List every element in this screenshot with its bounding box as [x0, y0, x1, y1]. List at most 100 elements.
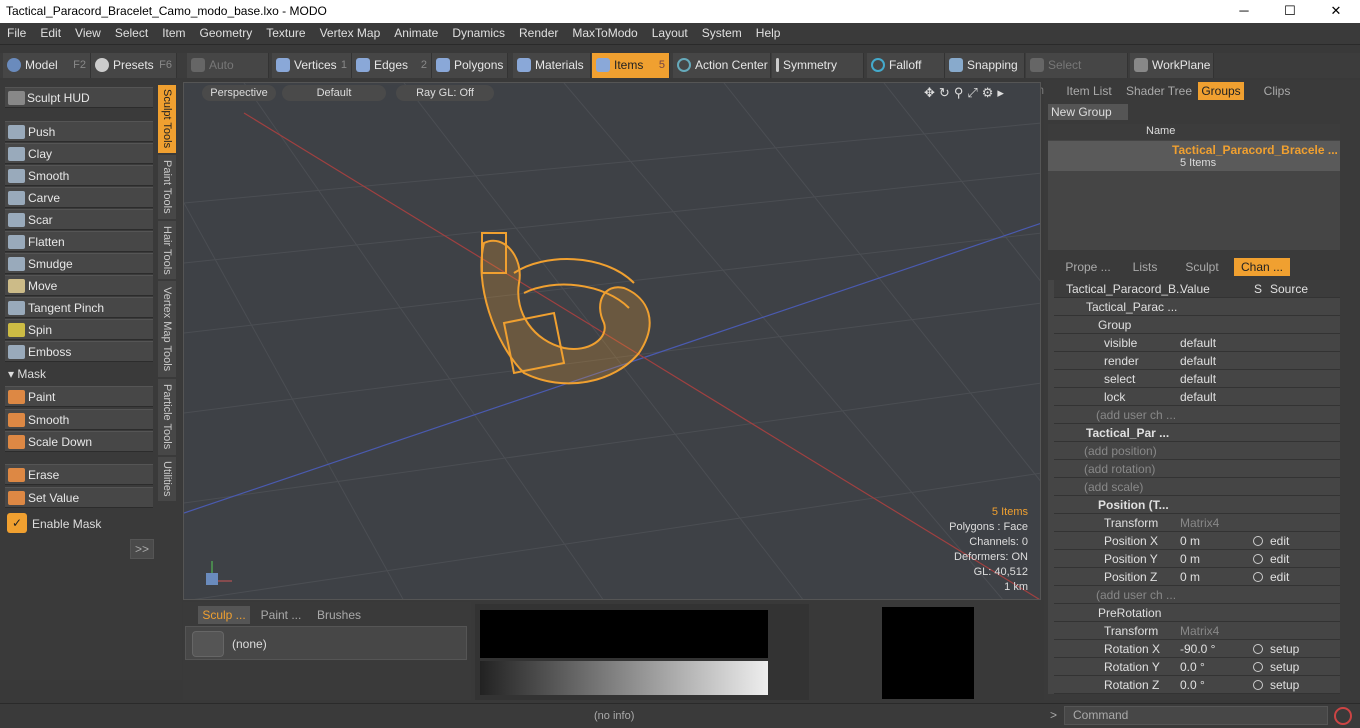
tool-smudge[interactable]: Smudge — [5, 253, 153, 274]
model-button[interactable]: Model F2 — [3, 53, 91, 78]
channel-row[interactable]: lock default — [1054, 388, 1340, 406]
edges-button[interactable]: Edges 2 — [352, 53, 432, 78]
mask-scale-down[interactable]: Scale Down — [5, 431, 153, 452]
tab-utilities[interactable]: Utilities — [158, 457, 176, 501]
menu-animate[interactable]: Animate — [387, 23, 445, 44]
channel-row[interactable]: (add user ch ... — [1054, 406, 1340, 424]
menu-system[interactable]: System — [695, 23, 749, 44]
mask-paint[interactable]: Paint — [5, 386, 153, 407]
tool-spin[interactable]: Spin — [5, 319, 153, 340]
menu-view[interactable]: View — [68, 23, 108, 44]
channel-row[interactable]: Position (T... — [1054, 496, 1340, 514]
close-button[interactable]: ✕ — [1313, 0, 1359, 23]
menu-maxtomodo[interactable]: MaxToModo — [565, 23, 644, 44]
channel-row[interactable]: Rotation Z 0.0 ° setup — [1054, 676, 1340, 694]
channel-row[interactable]: Position Z0 m edit — [1054, 568, 1340, 586]
menu-vertex-map[interactable]: Vertex Map — [313, 23, 388, 44]
tab-shader-tree[interactable]: Shader Tree — [1122, 82, 1196, 100]
tab-particle-tools[interactable]: Particle Tools — [158, 379, 176, 455]
channel-row[interactable]: Position X0 m edit — [1054, 532, 1340, 550]
symmetry-button[interactable]: Symmetry — [772, 53, 864, 78]
falloff-button[interactable]: Falloff — [867, 53, 945, 78]
erase-button[interactable]: Erase — [5, 464, 153, 485]
channel-row[interactable]: Tactical_Par ... — [1054, 424, 1340, 442]
tab-channels[interactable]: Chan ... — [1234, 258, 1290, 276]
minimize-button[interactable]: ─ — [1221, 0, 1267, 23]
sculpt-hud-button[interactable]: Sculpt HUD — [5, 87, 153, 108]
tab-paint-tools[interactable]: Paint Tools — [158, 155, 176, 219]
new-group-button[interactable]: New Group — [1048, 104, 1128, 120]
channel-row[interactable]: Tactical_Parac ... — [1054, 298, 1340, 316]
3d-viewport[interactable]: Perspective Default Ray GL: Off ✥↻⚲⤢⚙▸ 5… — [183, 82, 1041, 600]
channel-row[interactable]: select default — [1054, 370, 1340, 388]
tab-hair-tools[interactable]: Hair Tools — [158, 221, 176, 279]
tool-scar[interactable]: Scar — [5, 209, 153, 230]
vertices-button[interactable]: Vertices 1 — [272, 53, 352, 78]
more-button[interactable]: >> — [130, 539, 154, 559]
record-icon[interactable] — [1334, 707, 1352, 725]
auto-select-button[interactable]: Auto Select — [187, 53, 269, 97]
enable-mask-checkbox[interactable]: ✓ — [7, 513, 27, 533]
channel-row[interactable]: Rotation Y 0.0 ° setup — [1054, 658, 1340, 676]
snapping-button[interactable]: Snapping — [945, 53, 1025, 78]
channel-row[interactable]: (add rotation) — [1054, 460, 1340, 478]
channel-row[interactable]: Position Y0 m edit — [1054, 550, 1340, 568]
tab-vertex-map-tools[interactable]: Vertex Map Tools — [158, 281, 176, 377]
tool-tangent-pinch[interactable]: Tangent Pinch — [5, 297, 153, 318]
set-value-button[interactable]: Set Value — [5, 487, 153, 508]
group-row[interactable]: Tactical_Paracord_Bracele ... 5 Items — [1048, 141, 1340, 171]
channel-row[interactable]: render default — [1054, 352, 1340, 370]
command-input[interactable]: Command — [1064, 706, 1328, 725]
channel-row[interactable]: Transform Matrix4 — [1054, 622, 1340, 640]
shading-dropdown[interactable]: Default — [282, 85, 386, 101]
menu-render[interactable]: Render — [512, 23, 565, 44]
channel-row[interactable]: visible default — [1054, 334, 1340, 352]
action-center-button[interactable]: Action Center — [673, 53, 771, 78]
tab-sculpt[interactable]: Sculp ... — [198, 606, 250, 624]
channel-row[interactable]: Transform Matrix4 — [1054, 514, 1340, 532]
menu-select[interactable]: Select — [108, 23, 155, 44]
mask-header[interactable]: ▾ Mask — [8, 367, 46, 381]
tab-paint[interactable]: Paint ... — [255, 606, 307, 624]
polygons-button[interactable]: Polygons — [432, 53, 508, 78]
menu-layout[interactable]: Layout — [645, 23, 695, 44]
tool-push[interactable]: Push — [5, 121, 153, 142]
tool-clay[interactable]: Clay — [5, 143, 153, 164]
tab-groups[interactable]: Groups — [1198, 82, 1244, 100]
channel-row[interactable]: PreRotation — [1054, 604, 1340, 622]
view-perspective-dropdown[interactable]: Perspective — [202, 85, 276, 101]
mask-smooth[interactable]: Smooth — [5, 409, 153, 430]
channel-row[interactable]: Rotation X -90.0 ° setup — [1054, 640, 1340, 658]
materials-button[interactable]: Materials — [513, 53, 591, 78]
tool-emboss[interactable]: Emboss — [5, 341, 153, 362]
tab-brushes[interactable]: Brushes — [313, 606, 365, 624]
tool-smooth[interactable]: Smooth — [5, 165, 153, 186]
tab-properties[interactable]: Prope ... — [1060, 258, 1116, 276]
bracelet-mesh[interactable] — [480, 232, 651, 385]
tab-sculpt-props[interactable]: Sculpt — [1176, 258, 1228, 276]
tab-lists[interactable]: Lists — [1120, 258, 1170, 276]
menu-texture[interactable]: Texture — [259, 23, 312, 44]
channel-row[interactable]: (add position) — [1054, 442, 1340, 460]
viewport-nav-icons[interactable]: ✥↻⚲⤢⚙▸ — [924, 85, 1008, 101]
menu-dynamics[interactable]: Dynamics — [445, 23, 512, 44]
tab-clips[interactable]: Clips — [1250, 82, 1304, 100]
items-button[interactable]: Items 5 — [592, 53, 670, 78]
tab-sculpt-tools[interactable]: Sculpt Tools — [158, 85, 176, 153]
channel-row[interactable]: (add scale) — [1054, 478, 1340, 496]
tab-item-list[interactable]: Item List — [1060, 82, 1118, 100]
channel-row[interactable]: Group — [1054, 316, 1340, 334]
channel-row[interactable]: (add user ch ... — [1054, 586, 1340, 604]
workplane-button[interactable]: WorkPlane — [1130, 53, 1214, 78]
brush-selector[interactable]: (none) — [185, 626, 467, 660]
presets-button[interactable]: Presets F6 — [91, 53, 177, 78]
tool-move[interactable]: Move — [5, 275, 153, 296]
menu-edit[interactable]: Edit — [33, 23, 68, 44]
menu-geometry[interactable]: Geometry — [193, 23, 260, 44]
menu-item[interactable]: Item — [155, 23, 192, 44]
tool-flatten[interactable]: Flatten — [5, 231, 153, 252]
maximize-button[interactable]: ☐ — [1267, 0, 1313, 23]
select-through-button[interactable]: Select Through — [1026, 53, 1128, 97]
menu-file[interactable]: File — [0, 23, 33, 44]
tool-carve[interactable]: Carve — [5, 187, 153, 208]
